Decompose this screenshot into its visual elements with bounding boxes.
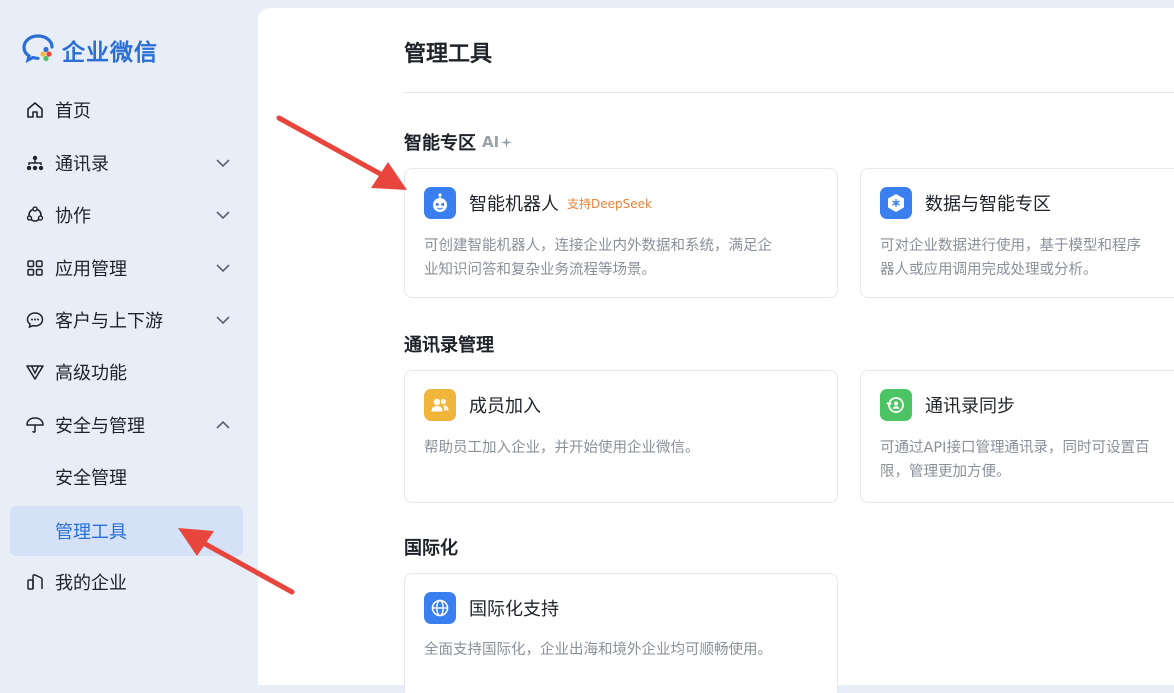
sidebar-item-advanced[interactable]: 高级功能 xyxy=(10,347,243,397)
sidebar-item-label: 我的企业 xyxy=(55,573,127,594)
sidebar-item-label: 客户与上下游 xyxy=(55,311,163,332)
card-title: 通讯录同步 xyxy=(925,396,1015,417)
sidebar-item-contacts[interactable]: 通讯录 xyxy=(10,138,243,188)
globe-icon xyxy=(424,592,456,624)
sidebar-item-app-management[interactable]: 应用管理 xyxy=(10,243,243,293)
section-title-text: 智能专区 xyxy=(404,133,476,154)
main-panel: 管理工具 智能专区 AI 智能机器人 支持DeepSeek 可创建智能机器人，连… xyxy=(258,8,1174,693)
chevron-down-icon xyxy=(216,316,230,325)
card-contacts-sync[interactable]: 通讯录同步 可通过API接口管理通讯录，同时可设置百 限，管理更加方便。 xyxy=(860,370,1174,503)
card-i18n-support[interactable]: 国际化支持 全面支持国际化，企业出海和境外企业均可顺畅使用。 xyxy=(404,573,838,693)
sidebar-item-customers[interactable]: 客户与上下游 xyxy=(10,295,243,345)
sidebar-item-label: 管理工具 xyxy=(55,522,127,543)
card-member-join[interactable]: 成员加入 帮助员工加入企业，并开始使用企业微信。 xyxy=(404,370,838,503)
ai-tag-text: AI xyxy=(482,133,500,151)
premium-v-icon xyxy=(24,361,46,383)
section-title-ai: 智能专区 AI xyxy=(404,129,513,155)
apps-grid-icon xyxy=(24,257,46,279)
sidebar-item-home[interactable]: 首页 xyxy=(10,85,243,135)
card-title: 数据与智能专区 xyxy=(925,194,1051,215)
section-title-text: 国际化 xyxy=(404,538,458,559)
data-hexagon-icon xyxy=(880,187,912,219)
logo-text: 企业微信 xyxy=(62,40,158,66)
umbrella-icon xyxy=(24,414,46,436)
card-description: 全面支持国际化，企业出海和境外企业均可顺畅使用。 xyxy=(424,642,772,658)
sidebar-item-label: 协作 xyxy=(55,206,91,227)
sidebar-item-security-admin[interactable]: 安全与管理 xyxy=(10,400,243,450)
divider xyxy=(404,92,1174,93)
sidebar-item-label: 通讯录 xyxy=(55,154,109,175)
org-chart-icon xyxy=(24,152,46,174)
chevron-down-icon xyxy=(216,159,230,168)
chevron-down-icon xyxy=(216,211,230,220)
sidebar-item-management-tools[interactable]: 管理工具 xyxy=(10,506,243,556)
building-icon xyxy=(24,571,46,593)
ai-tag: AI xyxy=(482,133,513,151)
sparkle-icon xyxy=(501,136,513,148)
section-title-text: 通讯录管理 xyxy=(404,335,494,356)
section-title-contacts: 通讯录管理 xyxy=(404,331,494,357)
card-description: 可对企业数据进行使用，基于模型和程序 器人或应用调用完成处理或分析。 xyxy=(880,238,1141,278)
sidebar: 企业微信 首页 通讯录 协作 应用管理 客户与上下游 高级功能 安全与管理 安全… xyxy=(0,0,258,685)
card-description: 可通过API接口管理通讯录，同时可设置百 限，管理更加方便。 xyxy=(880,440,1150,480)
sidebar-item-collaboration[interactable]: 协作 xyxy=(10,190,243,240)
robot-icon xyxy=(424,187,456,219)
app-logo[interactable]: 企业微信 xyxy=(22,33,158,67)
card-data-intelligence[interactable]: 数据与智能专区 可对企业数据进行使用，基于模型和程序 器人或应用调用完成处理或分… xyxy=(860,168,1174,298)
card-title: 国际化支持 xyxy=(469,599,559,620)
sync-icon xyxy=(880,389,912,421)
members-icon xyxy=(424,389,456,421)
deepseek-badge: 支持DeepSeek xyxy=(567,196,652,211)
card-title: 成员加入 xyxy=(469,396,541,417)
sidebar-item-label: 应用管理 xyxy=(55,259,127,280)
section-title-i18n: 国际化 xyxy=(404,534,458,560)
card-smart-robot[interactable]: 智能机器人 支持DeepSeek 可创建智能机器人，连接企业内外数据和系统，满足… xyxy=(404,168,838,298)
collaboration-icon xyxy=(24,204,46,226)
sidebar-item-label: 安全与管理 xyxy=(55,416,145,437)
chat-bubble-icon xyxy=(24,309,46,331)
sidebar-item-label: 首页 xyxy=(55,101,91,122)
sidebar-item-security-management[interactable]: 安全管理 xyxy=(10,452,243,502)
page-title: 管理工具 xyxy=(404,42,493,67)
sidebar-item-label: 高级功能 xyxy=(55,363,127,384)
home-icon xyxy=(24,99,46,121)
card-description: 可创建智能机器人，连接企业内外数据和系统，满足企 业知识问答和复杂业务流程等场景… xyxy=(424,238,772,278)
wecom-logo-icon xyxy=(22,33,56,67)
sidebar-item-my-enterprise[interactable]: 我的企业 xyxy=(10,557,243,607)
sidebar-item-label: 安全管理 xyxy=(55,468,127,489)
chevron-down-icon xyxy=(216,264,230,273)
card-description: 帮助员工加入企业，并开始使用企业微信。 xyxy=(424,440,700,456)
chevron-up-icon xyxy=(216,420,230,429)
card-title: 智能机器人 xyxy=(469,194,559,215)
